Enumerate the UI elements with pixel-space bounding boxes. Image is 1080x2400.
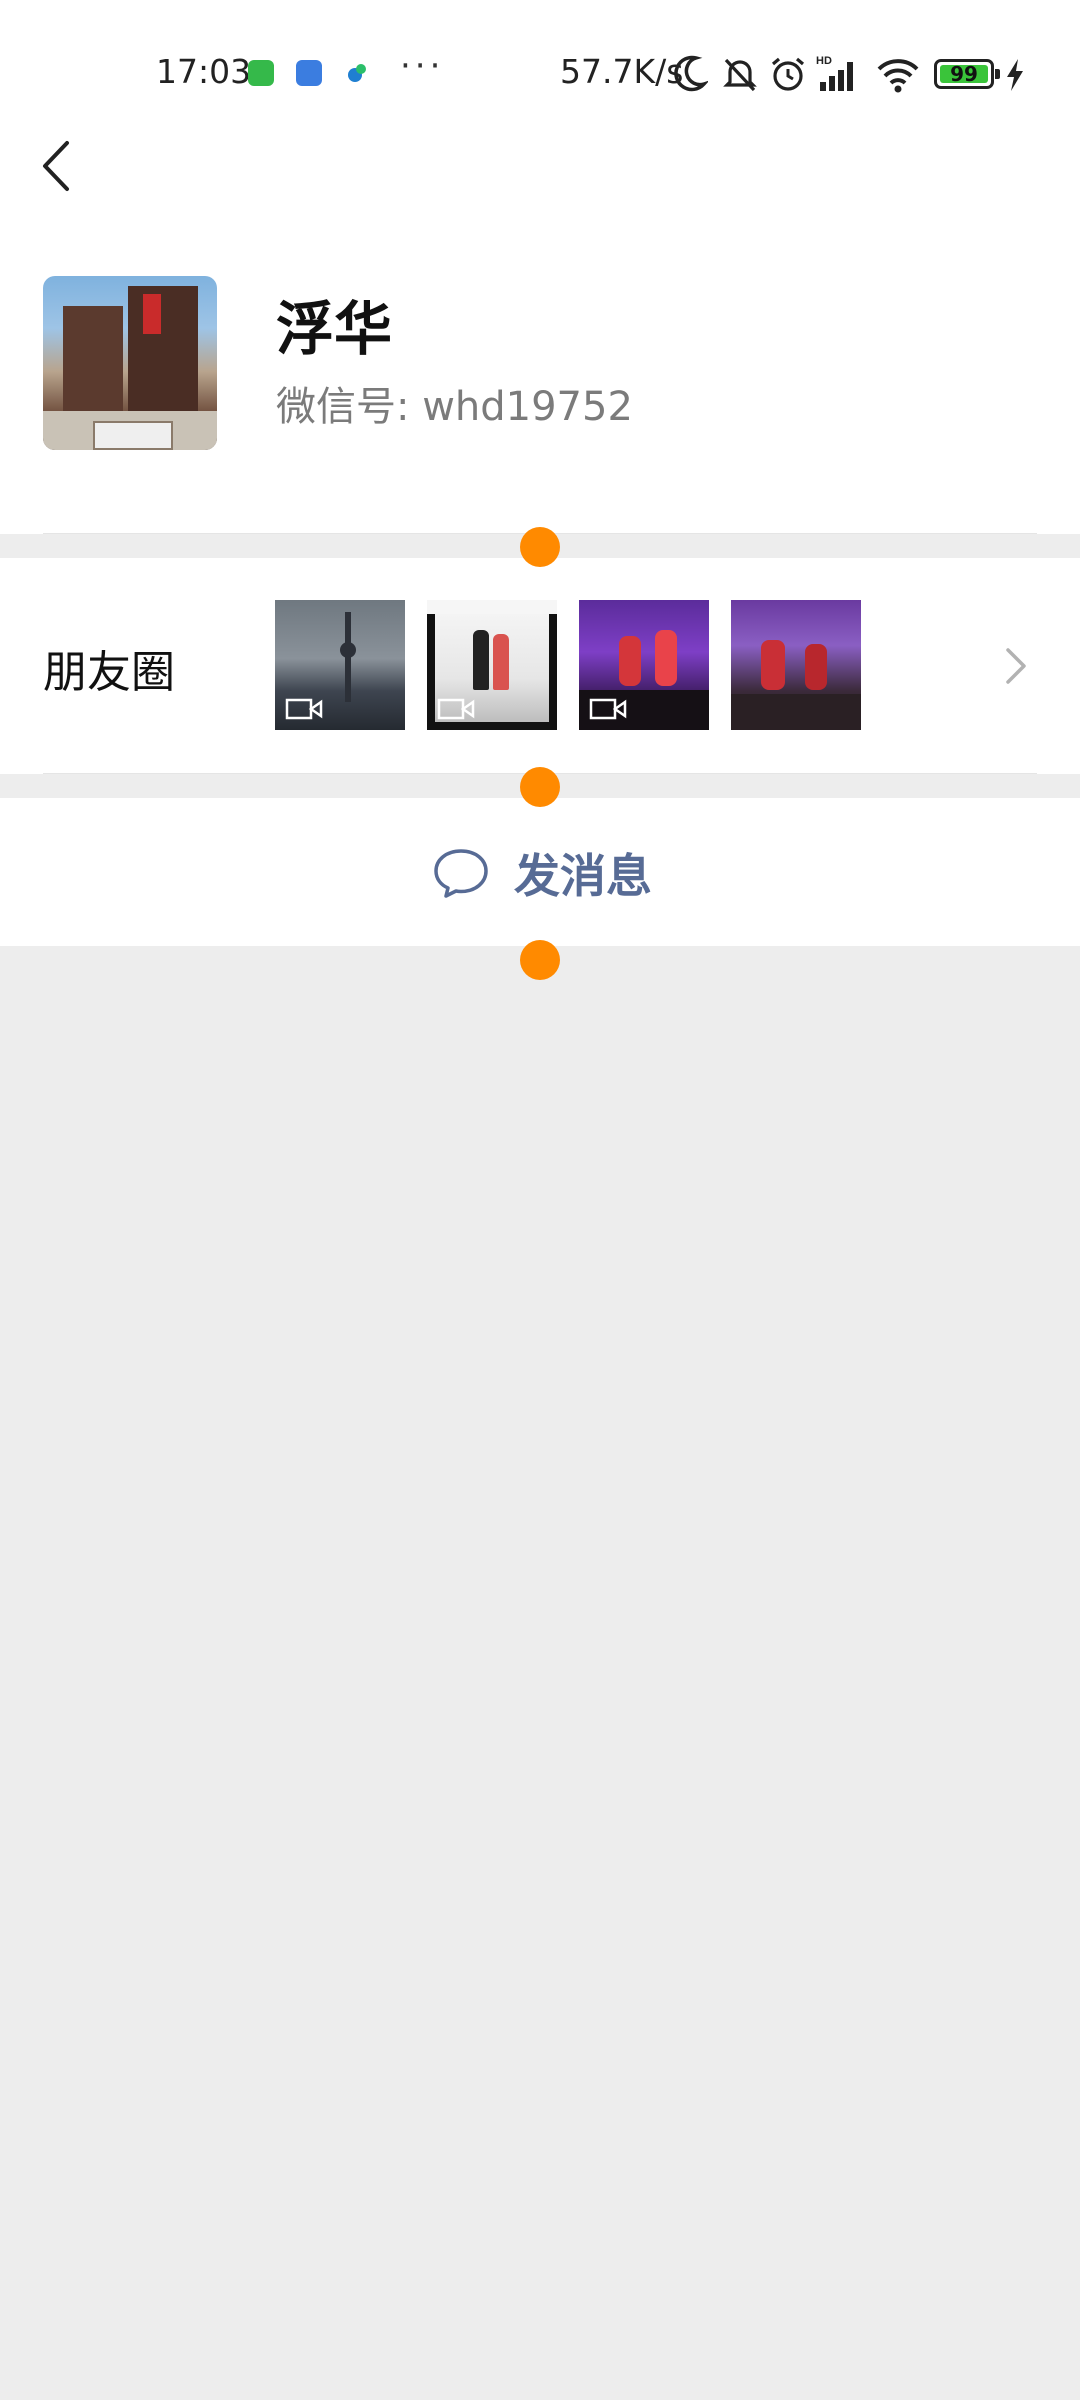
indicator-dot bbox=[520, 940, 560, 980]
wifi-icon bbox=[877, 59, 919, 93]
app-notification-icon bbox=[296, 60, 322, 86]
avatar[interactable] bbox=[43, 276, 217, 450]
moments-row[interactable]: 朋友圈 bbox=[0, 558, 1080, 774]
back-arrow-icon bbox=[43, 141, 69, 191]
chat-bubble-icon bbox=[434, 849, 488, 898]
hd-label: HD bbox=[816, 55, 832, 67]
status-time: 17:03 bbox=[156, 52, 252, 91]
moments-thumbnail[interactable] bbox=[427, 600, 557, 730]
back-button[interactable] bbox=[26, 136, 86, 196]
send-message-button[interactable]: 发消息 bbox=[432, 838, 652, 908]
moments-thumbnail[interactable] bbox=[579, 600, 709, 730]
moments-thumbnail[interactable] bbox=[275, 600, 405, 730]
status-bar: 17:03 ··· 57.7K/s HD 99 bbox=[0, 0, 1080, 140]
indicator-dot bbox=[520, 527, 560, 567]
battery-icon: 99 bbox=[934, 59, 1000, 89]
signal-icon: HD bbox=[816, 55, 853, 91]
video-icon bbox=[589, 698, 627, 720]
moon-icon bbox=[674, 55, 708, 92]
moments-thumbnail[interactable] bbox=[731, 600, 861, 730]
wechat-id: 微信号: whd19752 bbox=[276, 384, 633, 430]
indicator-dot bbox=[520, 767, 560, 807]
alarm-icon bbox=[771, 57, 805, 91]
battery-level: 99 bbox=[950, 62, 978, 86]
app-notification-icon bbox=[248, 60, 274, 86]
video-icon bbox=[437, 698, 475, 720]
network-speed: 57.7K/s bbox=[560, 52, 684, 91]
charging-icon bbox=[1007, 59, 1023, 91]
nickname: 浮华 bbox=[276, 295, 393, 363]
send-message-row: 发消息 bbox=[0, 798, 1080, 946]
bell-muted-icon bbox=[723, 58, 757, 92]
moments-label: 朋友圈 bbox=[43, 647, 175, 698]
app-notification-icon bbox=[344, 60, 370, 86]
send-message-label: 发消息 bbox=[514, 849, 652, 903]
chevron-right-icon bbox=[1006, 648, 1026, 684]
profile-screen: 17:03 ··· 57.7K/s HD 99 浮华 微信号: whd19752… bbox=[0, 0, 1080, 2400]
video-icon bbox=[285, 698, 323, 720]
more-notifications-icon: ··· bbox=[400, 46, 445, 86]
